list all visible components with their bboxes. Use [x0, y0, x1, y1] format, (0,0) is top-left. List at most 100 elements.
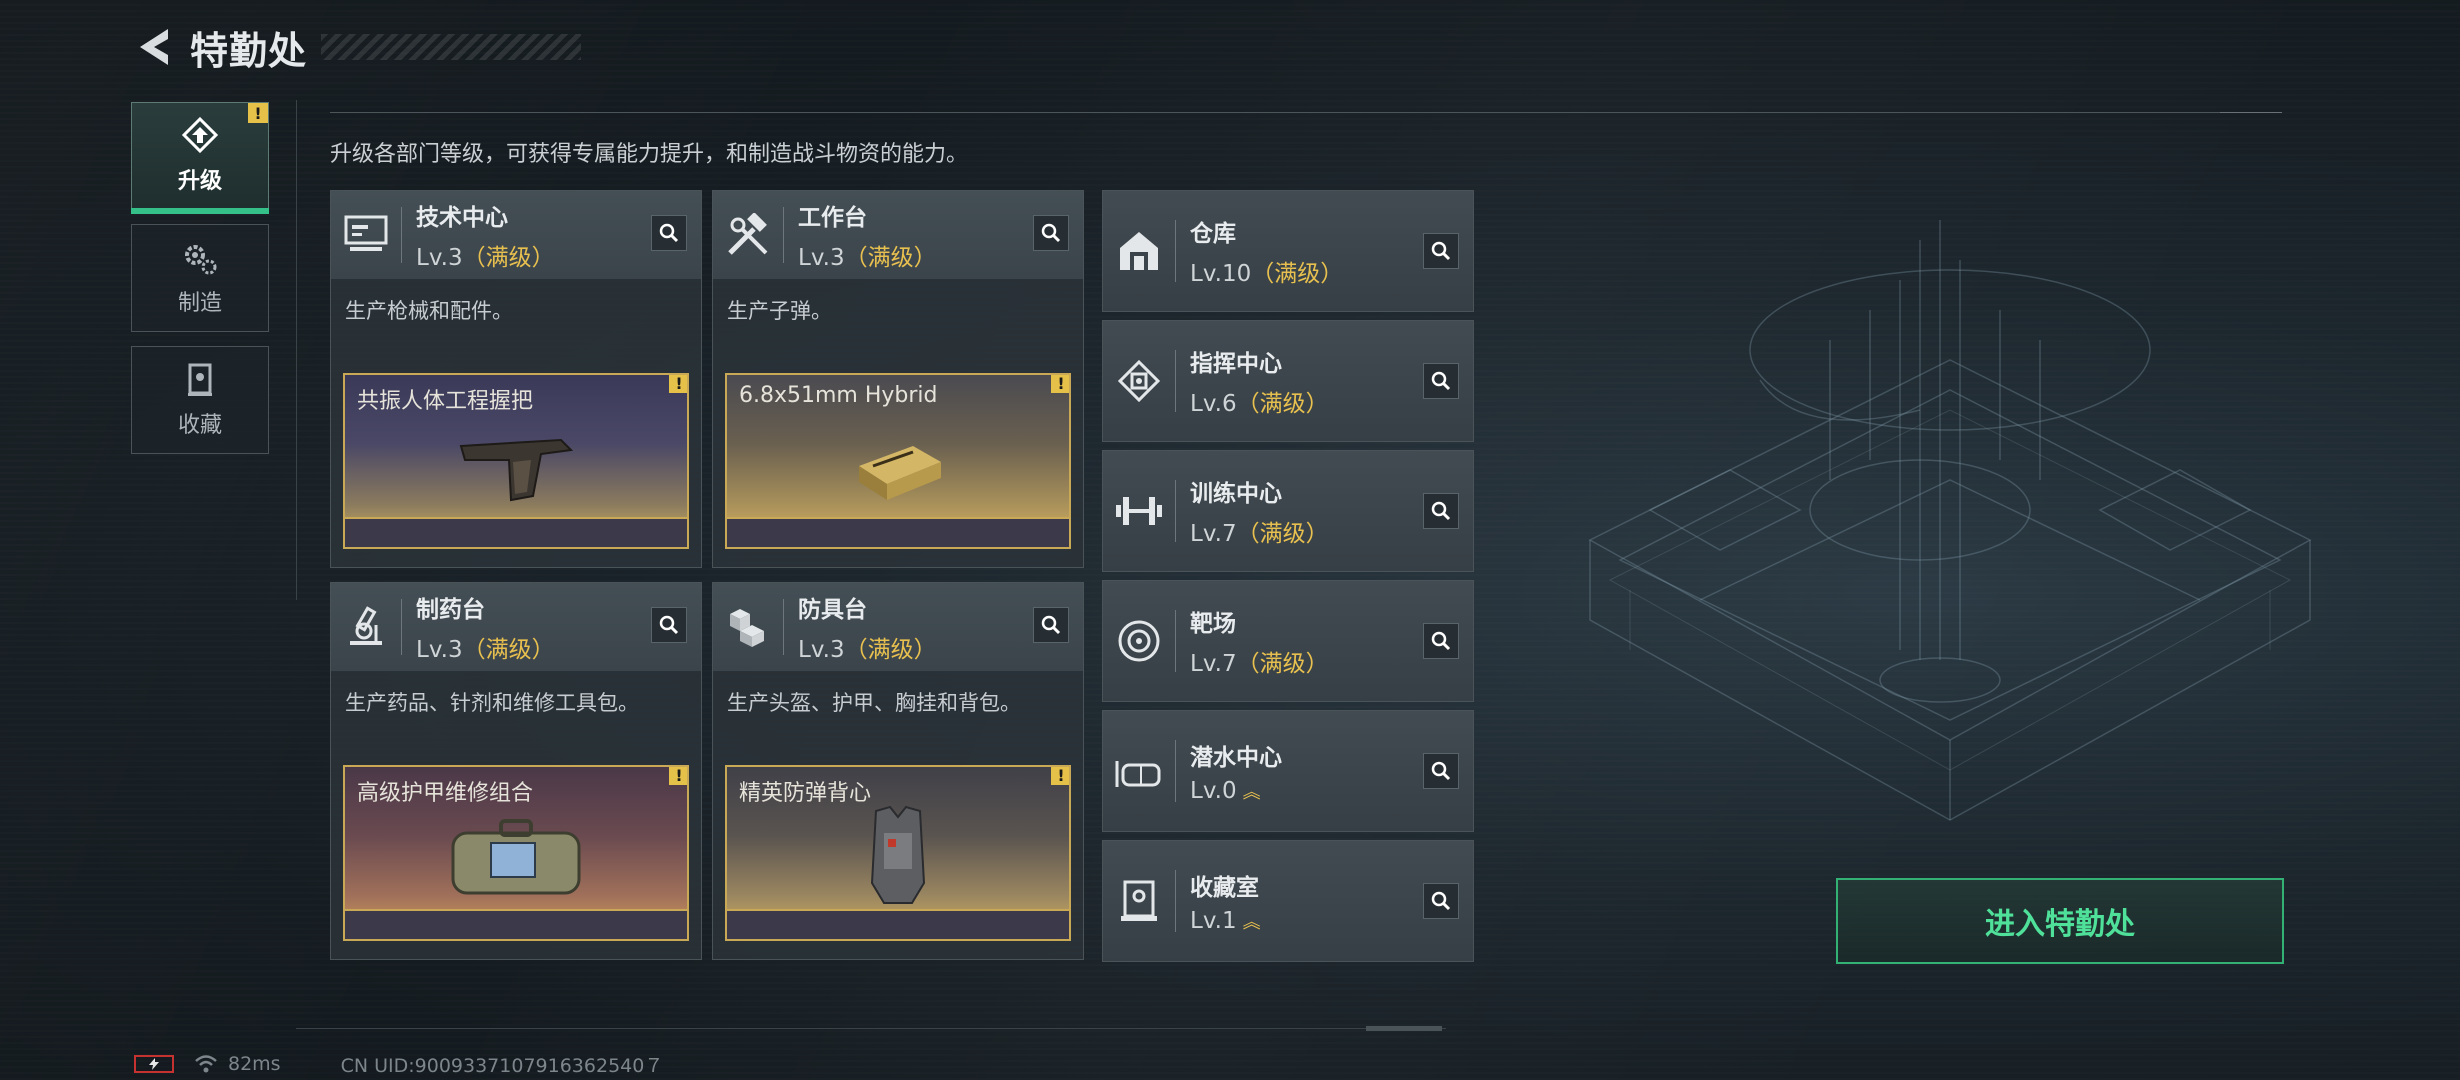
product-name: 共振人体工程握把: [357, 389, 534, 414]
header-divider: [1175, 480, 1176, 542]
upgrade-available-icon: ︽: [1242, 912, 1261, 933]
slot-level: Lv.10（满级）: [1190, 261, 1344, 287]
search-icon: [1431, 761, 1451, 781]
tab-upgrade[interactable]: ! 升级: [131, 102, 269, 214]
trophy-case-icon: [1103, 840, 1175, 962]
product-strip: [727, 517, 1069, 547]
warning-badge: !: [1051, 767, 1069, 785]
collection-icon: [188, 363, 212, 396]
card-header: 工作台 Lv.3（满级）: [713, 191, 1083, 279]
search-icon: [1431, 631, 1451, 651]
enter-special-ops-button[interactable]: 进入特勤处: [1836, 878, 2284, 964]
product-slot[interactable]: 精英防弹背心 !: [725, 765, 1071, 941]
slot-training-center[interactable]: 训练中心 Lv.7（满级）: [1102, 450, 1474, 572]
card-level: Lv.3（满级）: [798, 637, 937, 663]
hammer-wrench-icon: [713, 191, 783, 279]
max-level-tag: （满级）: [462, 637, 555, 663]
inspect-button[interactable]: [651, 607, 687, 643]
max-level-tag: （满级）: [844, 245, 937, 271]
tab-collection-label: 收藏: [177, 413, 222, 438]
product-strip: [345, 517, 687, 547]
max-level-tag: （满级）: [462, 245, 555, 271]
header-divider: [401, 207, 402, 263]
title-decoration: [321, 34, 582, 60]
cubes-icon: [713, 583, 783, 671]
card-pharmacy[interactable]: 制药台 Lv.3（满级） 生产药品、针剂和维修工具包。 高级护甲维修组合 !: [330, 582, 702, 960]
top-rule: [330, 112, 2282, 113]
search-icon: [1431, 501, 1451, 521]
inspect-button[interactable]: [1423, 493, 1459, 529]
warning-badge: !: [248, 103, 268, 123]
header-divider: [783, 599, 784, 655]
card-title: 制药台: [416, 597, 485, 623]
header: 特勤处: [130, 22, 582, 73]
product-name: 6.8x51mm Hybrid: [739, 383, 938, 408]
inspect-button[interactable]: [1423, 363, 1459, 399]
header-divider: [1175, 220, 1176, 282]
slot-command-center[interactable]: 指挥中心 Lv.6（满级）: [1102, 320, 1474, 442]
slot-level: Lv.7（满级）: [1190, 521, 1329, 547]
slot-shooting-range[interactable]: 靶场 Lv.7（满级）: [1102, 580, 1474, 702]
header-divider: [401, 599, 402, 655]
inspect-button[interactable]: [1423, 233, 1459, 269]
status-bar: 82ms CN UID:9009337107916362540７: [134, 1052, 663, 1077]
description-text: 升级各部门等级，可获得专属能力提升，和制造战斗物资的能力。: [330, 142, 969, 167]
sidebar: ! 升级 制造 收藏: [131, 102, 269, 468]
card-description: 生产枪械和配件。: [345, 299, 513, 323]
product-slot[interactable]: 6.8x51mm Hybrid !: [725, 373, 1071, 549]
max-level-tag: （满级）: [1236, 521, 1329, 547]
page-title: 特勤处: [190, 28, 308, 73]
search-icon: [659, 223, 679, 243]
gears-icon: [185, 245, 217, 275]
inspect-button[interactable]: [1423, 883, 1459, 919]
computer-icon: [331, 191, 401, 279]
slot-title: 靶场: [1190, 611, 1236, 637]
slot-diving-center[interactable]: 潜水中心 Lv.0 ︽: [1102, 710, 1474, 832]
search-icon: [1431, 371, 1451, 391]
product-name: 高级护甲维修组合: [357, 781, 534, 806]
search-icon: [1041, 615, 1061, 635]
card-level: Lv.3（满级）: [416, 637, 555, 663]
top-rule-end: [2220, 112, 2282, 113]
slot-level: Lv.1 ︽: [1190, 908, 1261, 934]
max-level-tag: （满级）: [1236, 651, 1329, 677]
card-level: Lv.3（满级）: [416, 245, 555, 271]
tab-upgrade-label: 升级: [177, 169, 222, 194]
upgrade-icon: [181, 117, 219, 154]
card-tech-center[interactable]: 技术中心 Lv.3（满级） 生产枪械和配件。 共振人体工程握把 !: [330, 190, 702, 568]
card-header: 防具台 Lv.3（满级）: [713, 583, 1083, 671]
product-strip: [345, 909, 687, 939]
header-divider: [1175, 870, 1176, 932]
wifi-icon: [195, 1055, 217, 1073]
base-wireframe-illustration: [1588, 220, 2312, 821]
dumbbell-icon: [1103, 450, 1175, 572]
product-slot[interactable]: 共振人体工程握把 !: [343, 373, 689, 549]
card-description: 生产子弹。: [727, 299, 832, 323]
card-header: 制药台 Lv.3（满级）: [331, 583, 701, 671]
slot-collection-room[interactable]: 收藏室 Lv.1 ︽: [1102, 840, 1474, 962]
card-workbench[interactable]: 工作台 Lv.3（满级） 生产子弹。 6.8x51mm Hybrid !: [712, 190, 1084, 568]
card-description: 生产头盔、护甲、胸挂和背包。: [727, 691, 1021, 715]
ping-text: 82ms: [228, 1053, 281, 1075]
warning-badge: !: [669, 767, 687, 785]
product-slot[interactable]: 高级护甲维修组合 !: [343, 765, 689, 941]
card-title: 技术中心: [416, 205, 508, 231]
search-icon: [1431, 241, 1451, 261]
slot-level: Lv.7（满级）: [1190, 651, 1329, 677]
upgrade-available-icon: ︽: [1242, 782, 1261, 803]
tab-collection[interactable]: 收藏: [131, 346, 269, 454]
inspect-button[interactable]: [1423, 753, 1459, 789]
warehouse-icon: [1103, 190, 1175, 312]
inspect-button[interactable]: [1033, 215, 1069, 251]
inspect-button[interactable]: [651, 215, 687, 251]
bottom-decoration: [296, 1026, 1446, 1031]
tab-craft-label: 制造: [177, 291, 222, 316]
max-level-tag: （满级）: [1251, 261, 1344, 287]
slot-warehouse[interactable]: 仓库 Lv.10（满级）: [1102, 190, 1474, 312]
search-icon: [1431, 891, 1451, 911]
inspect-button[interactable]: [1033, 607, 1069, 643]
inspect-button[interactable]: [1423, 623, 1459, 659]
card-armor-bench[interactable]: 防具台 Lv.3（满级） 生产头盔、护甲、胸挂和背包。 精英防弹背心 !: [712, 582, 1084, 960]
back-button[interactable]: [130, 23, 178, 71]
tab-craft[interactable]: 制造: [131, 224, 269, 332]
